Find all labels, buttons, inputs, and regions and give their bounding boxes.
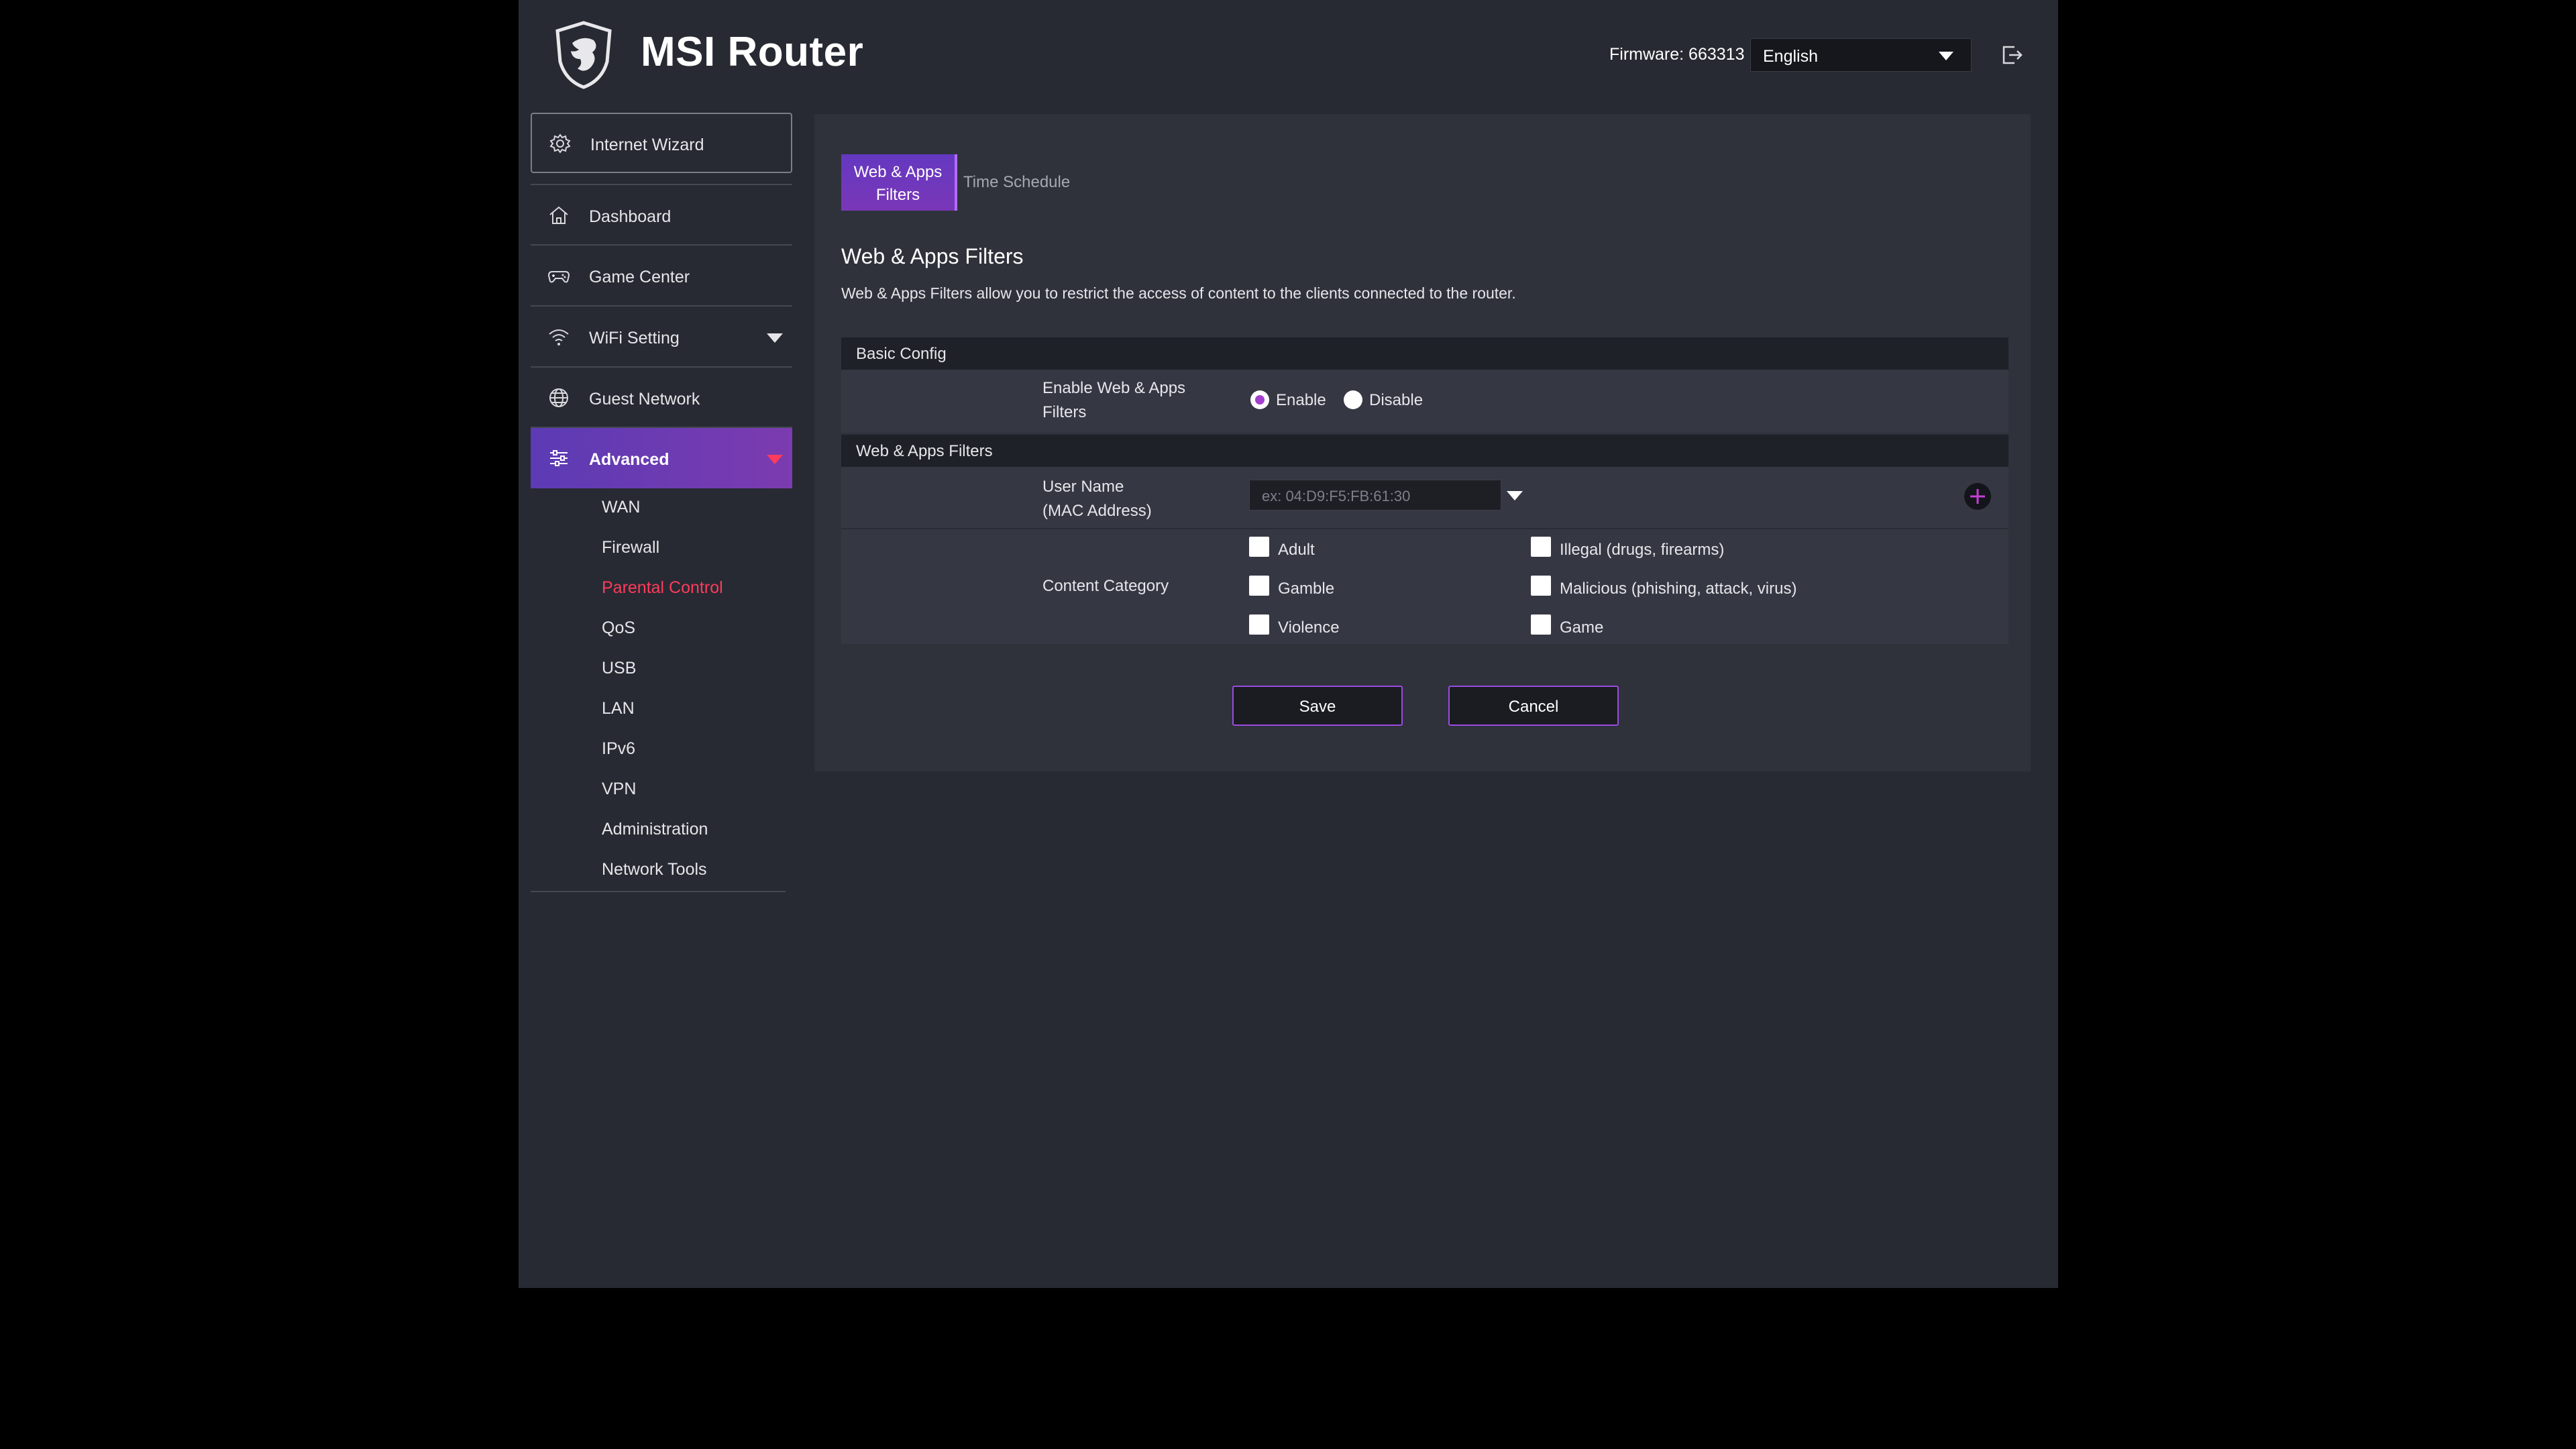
group-title: Basic Config bbox=[856, 345, 947, 363]
checkbox-label-gamble: Gamble bbox=[1278, 580, 1335, 598]
sidebar-item-label: Guest Network bbox=[589, 390, 700, 409]
sidebar-subitem-administration[interactable]: Administration bbox=[602, 820, 708, 839]
sidebar-subitem-firewall[interactable]: Firewall bbox=[602, 538, 659, 557]
group-title: Web & Apps Filters bbox=[856, 442, 993, 460]
gamepad-icon bbox=[547, 271, 570, 283]
app-title: MSI Router bbox=[641, 29, 864, 75]
mac-address-placeholder: ex: 04:D9:F5:FB:61:30 bbox=[1262, 488, 1411, 504]
checkbox-label-violence: Violence bbox=[1278, 619, 1340, 637]
disable-radio[interactable] bbox=[1344, 390, 1362, 409]
language-select[interactable]: English bbox=[1750, 38, 1972, 72]
checkbox-adult[interactable] bbox=[1249, 537, 1269, 557]
checkbox-violence[interactable] bbox=[1249, 614, 1269, 635]
tab-time-schedule[interactable]: Time Schedule bbox=[963, 173, 1070, 192]
enable-radio[interactable] bbox=[1250, 390, 1269, 409]
sidebar-item-label: WiFi Setting bbox=[589, 329, 680, 347]
chevron-down-icon[interactable] bbox=[767, 333, 783, 343]
page-description: Web & Apps Filters allow you to restrict… bbox=[841, 284, 1516, 302]
web-apps-filters-body: User Name (MAC Address) ex: 04:D9:F5:FB:… bbox=[841, 467, 2008, 644]
save-button-label: Save bbox=[1299, 698, 1336, 716]
wifi-icon bbox=[549, 329, 569, 345]
basic-config-body: Enable Web & Apps Filters Enable Disable bbox=[841, 370, 2008, 433]
enable-filters-label: Enable Web & Apps Filters bbox=[1042, 379, 1186, 421]
checkbox-gamble[interactable] bbox=[1249, 576, 1269, 596]
internet-wizard-label: Internet Wizard bbox=[590, 136, 704, 154]
router-app: MSI Router Firmware: 663313 English Inte… bbox=[519, 0, 2058, 1288]
chevron-down-icon[interactable] bbox=[767, 455, 783, 464]
checkbox-malicious[interactable] bbox=[1531, 576, 1551, 596]
checkbox-game[interactable] bbox=[1531, 614, 1551, 635]
internet-wizard-button[interactable]: Internet Wizard bbox=[531, 113, 792, 173]
sidebar-subitem-lan[interactable]: LAN bbox=[602, 699, 635, 718]
tab-label: Web & Apps Filters bbox=[853, 163, 943, 204]
main-panel: Web & Apps Filters Time Schedule Web & A… bbox=[814, 114, 2031, 771]
sidebar-subitem-parental-control[interactable]: Parental Control bbox=[602, 578, 723, 598]
basic-config-header: Basic Config bbox=[841, 337, 2008, 370]
home-icon bbox=[549, 206, 568, 224]
chevron-down-icon bbox=[1939, 52, 1953, 60]
checkbox-label-illegal: Illegal (drugs, firearms) bbox=[1560, 541, 1725, 559]
web-apps-filters-header: Web & Apps Filters bbox=[841, 435, 2008, 467]
sidebar-item-guest-network[interactable]: Guest Network bbox=[531, 368, 792, 428]
language-value: English bbox=[1763, 47, 1818, 66]
globe-icon bbox=[549, 388, 568, 407]
sidebar-item-label: Dashboard bbox=[589, 207, 672, 226]
sidebar-subitem-qos[interactable]: QoS bbox=[602, 619, 635, 638]
sidebar-subitem-usb[interactable]: USB bbox=[602, 659, 636, 678]
sidebar-subitem-network-tools[interactable]: Network Tools bbox=[602, 860, 707, 879]
sidebar-item-label: Advanced bbox=[589, 450, 669, 469]
page-title: Web & Apps Filters bbox=[841, 244, 1024, 268]
sidebar-subitem-ipv6[interactable]: IPv6 bbox=[602, 739, 635, 759]
checkbox-label-malicious: Malicious (phishing, attack, virus) bbox=[1560, 580, 1797, 598]
cancel-button[interactable]: Cancel bbox=[1448, 686, 1619, 726]
sidebar-item-dashboard[interactable]: Dashboard bbox=[531, 185, 792, 246]
sidebar-item-label: Game Center bbox=[589, 268, 690, 286]
save-button[interactable]: Save bbox=[1232, 686, 1403, 726]
sidebar-subitem-vpn[interactable]: VPN bbox=[602, 780, 636, 799]
enable-radio-label: Enable bbox=[1276, 391, 1326, 409]
checkbox-label-game: Game bbox=[1560, 619, 1604, 637]
sidebar-item-advanced[interactable]: Advanced bbox=[531, 428, 792, 488]
mac-address-input[interactable]: ex: 04:D9:F5:FB:61:30 bbox=[1249, 480, 1501, 511]
checkbox-illegal[interactable] bbox=[1531, 537, 1551, 557]
plus-circle-icon[interactable] bbox=[1963, 482, 1992, 511]
gear-icon bbox=[549, 133, 571, 154]
firmware-version: Firmware: 663313 bbox=[1609, 45, 1745, 64]
sliders-icon bbox=[550, 450, 568, 466]
sidebar-item-wifi-setting[interactable]: WiFi Setting bbox=[531, 307, 792, 367]
sidebar-subitem-wan[interactable]: WAN bbox=[602, 498, 640, 517]
chevron-down-icon[interactable] bbox=[1507, 491, 1523, 500]
divider bbox=[531, 891, 786, 892]
content-category-label: Content Category bbox=[1042, 577, 1169, 595]
row-divider bbox=[841, 528, 2008, 529]
user-name-label: User Name (MAC Address) bbox=[1042, 478, 1152, 520]
msi-logo-icon bbox=[555, 21, 612, 89]
checkbox-label-adult: Adult bbox=[1278, 541, 1315, 559]
sidebar-item-game-center[interactable]: Game Center bbox=[531, 246, 792, 306]
tab-web-apps-filters[interactable]: Web & Apps Filters bbox=[841, 154, 957, 211]
disable-radio-label: Disable bbox=[1369, 391, 1424, 409]
cancel-button-label: Cancel bbox=[1508, 698, 1559, 716]
logout-icon[interactable] bbox=[1998, 42, 2025, 68]
